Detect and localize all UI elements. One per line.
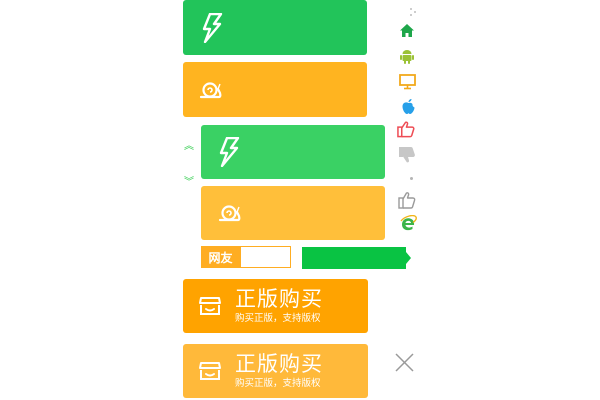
thumbs-up-gray-icon[interactable] — [398, 191, 416, 209]
store-icon — [198, 294, 222, 322]
net-friend-label: 网友 — [201, 246, 240, 268]
close-icon[interactable] — [395, 353, 414, 376]
buy-subtitle: 购买正版，支持版权 — [235, 378, 321, 389]
monitor-icon[interactable] — [398, 73, 416, 91]
buy-subtitle: 购买正版，支持版权 — [235, 313, 321, 324]
thumbs-down-gray-icon[interactable] — [398, 146, 416, 164]
scroll-up-arrow[interactable]: ︽ — [184, 142, 194, 152]
speed-slow-tile-hover[interactable] — [201, 186, 385, 240]
snail-icon — [199, 81, 223, 99]
speed-fast-tile[interactable] — [183, 0, 367, 55]
scroll-down-arrow[interactable]: ︾ — [184, 178, 194, 188]
buy-title: 正版购买 — [235, 352, 323, 376]
thumbs-up-red-icon[interactable] — [397, 120, 415, 138]
small-dot-icon — [410, 177, 413, 180]
ie-icon[interactable] — [399, 214, 417, 232]
snail-icon — [218, 204, 242, 222]
buy-genuine-button-hover[interactable]: 正版购买 购买正版，支持版权 — [183, 344, 368, 398]
lightning-icon — [218, 137, 240, 167]
net-friend-input[interactable] — [240, 246, 291, 268]
speed-slow-tile[interactable] — [183, 62, 367, 117]
store-icon — [198, 359, 222, 387]
buy-title: 正版购买 — [235, 287, 323, 311]
android-icon[interactable] — [398, 47, 416, 65]
buy-genuine-button[interactable]: 正版购买 购买正版，支持版权 — [183, 279, 368, 333]
green-progress-bar[interactable] — [302, 247, 406, 269]
home-icon[interactable] — [398, 21, 416, 39]
apple-icon[interactable] — [399, 97, 417, 115]
green-bar-arrow — [406, 252, 411, 264]
dots-icon — [409, 2, 417, 21]
speed-fast-tile-hover[interactable] — [201, 125, 385, 179]
lightning-icon — [201, 12, 223, 43]
